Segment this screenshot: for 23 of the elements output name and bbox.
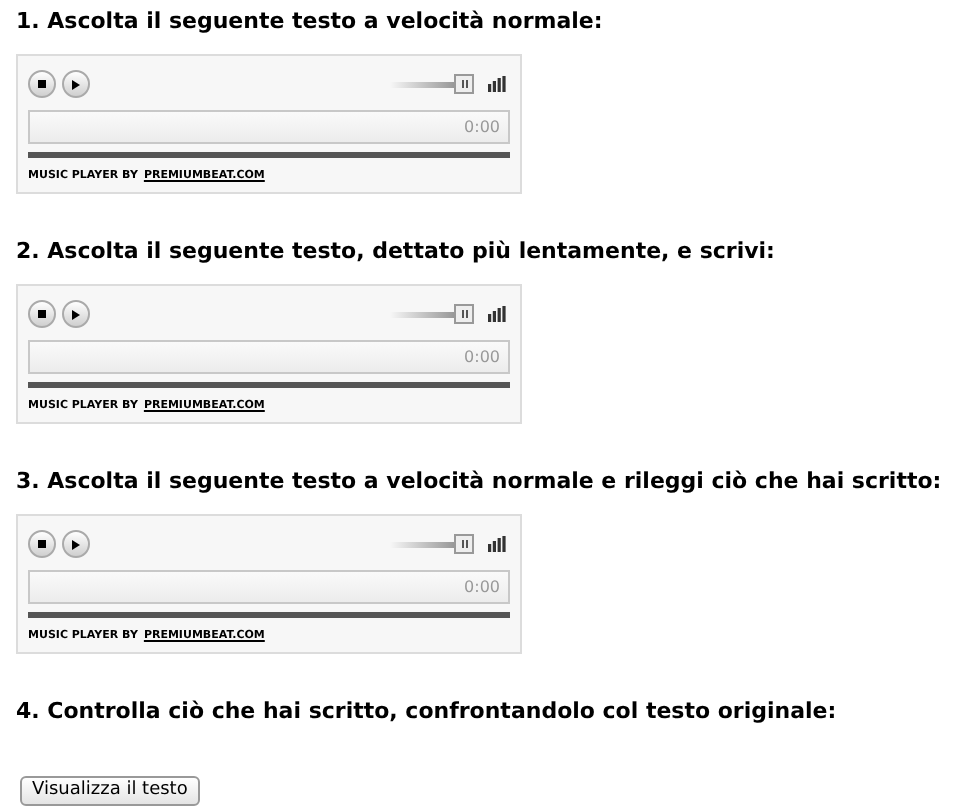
time-display: 0:00 <box>464 345 500 369</box>
stop-icon <box>38 540 46 548</box>
signal-bars-icon <box>488 306 506 322</box>
section-heading: 3. Ascolta il seguente testo a velocità normale e rileggi ciò che hai scritto: <box>16 468 944 496</box>
stop-button[interactable] <box>28 300 56 328</box>
section-heading: 2. Ascolta il seguente testo, dettato più lentamente, e scrivi: <box>16 238 777 266</box>
section-heading: 4. Controlla ciò che hai scritto, confrontandolo col testo originale: <box>16 698 839 726</box>
play-icon <box>72 309 80 319</box>
play-button[interactable] <box>62 530 90 558</box>
time-display: 0:00 <box>464 115 500 139</box>
stop-icon <box>38 80 46 88</box>
play-icon <box>72 539 80 549</box>
signal-bars-icon <box>488 536 506 552</box>
stop-button[interactable] <box>28 70 56 98</box>
play-button[interactable] <box>62 70 90 98</box>
section-heading: 1. Ascolta il seguente testo a velocità normale: <box>16 8 605 36</box>
play-button[interactable] <box>62 300 90 328</box>
stop-button[interactable] <box>28 530 56 558</box>
show-text-button[interactable]: Visualizza il testo <box>20 776 200 806</box>
play-icon <box>72 79 80 89</box>
time-display: 0:00 <box>464 575 500 599</box>
signal-bars-icon <box>488 76 506 92</box>
stop-icon <box>38 310 46 318</box>
